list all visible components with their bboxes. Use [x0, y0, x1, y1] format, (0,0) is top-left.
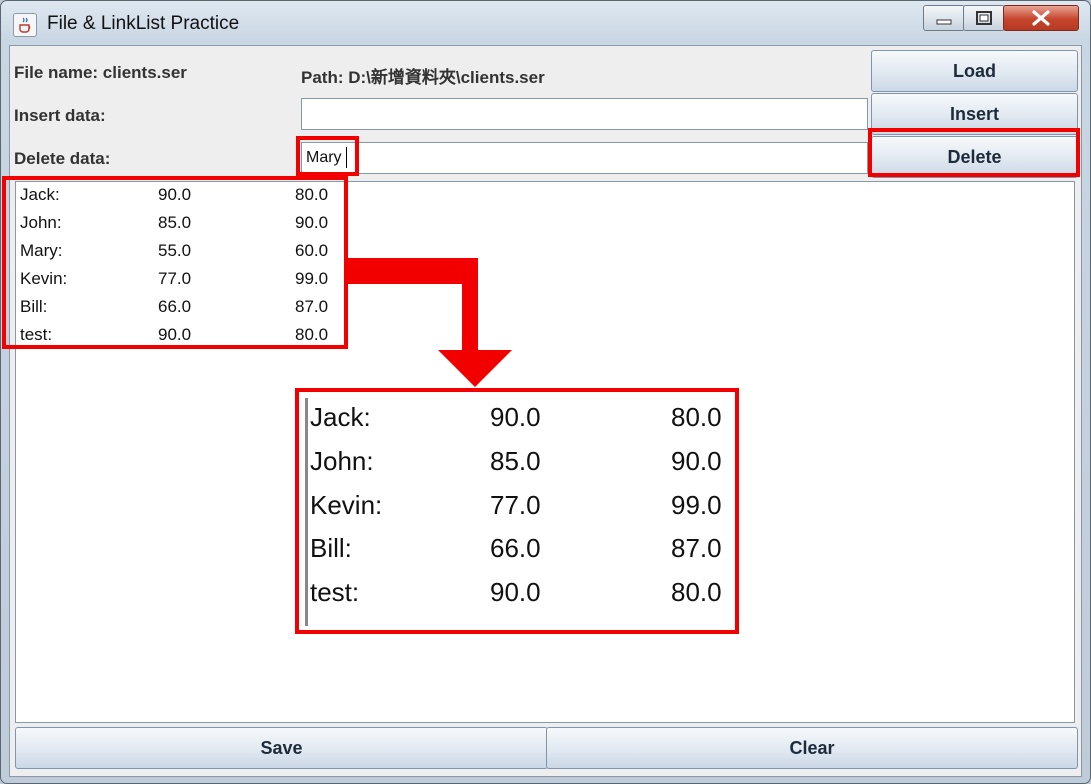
delete-button-highlight [868, 128, 1080, 177]
delete-data-field[interactable]: Mary [301, 142, 868, 174]
maximize-icon [976, 11, 992, 25]
clear-button[interactable]: Clear [546, 727, 1078, 769]
save-button[interactable]: Save [15, 727, 548, 769]
close-button[interactable] [1003, 5, 1079, 31]
window-title: File & LinkList Practice [47, 13, 240, 34]
java-cup-icon [13, 13, 37, 37]
minimize-icon [936, 19, 952, 25]
minimize-button[interactable] [923, 5, 965, 31]
insert-data-field[interactable] [301, 98, 868, 130]
result-zoom-panel: Jack: 90.0 80.0 John: 85.0 90.0 Kevin: 77.0 99… [295, 388, 739, 634]
load-button[interactable]: Load [871, 50, 1078, 92]
result-list: Jack: 90.0 80.0 John: 85.0 90.0 Kevin: 77.0 99… [305, 398, 738, 626]
maximize-button[interactable] [963, 5, 1005, 31]
file-name-label: File name: clients.ser [14, 63, 187, 82]
title-bar[interactable]: File & LinkList Practice [1, 1, 1090, 45]
delete-input-highlight [296, 136, 359, 176]
path-label: Path: D:\新增資料夾\clients.ser [301, 68, 545, 87]
close-icon [1032, 10, 1050, 26]
arrow-down-icon [346, 258, 512, 387]
insert-data-label: Insert data: [14, 106, 106, 125]
delete-data-label: Delete data: [14, 149, 111, 168]
records-highlight [2, 176, 348, 349]
